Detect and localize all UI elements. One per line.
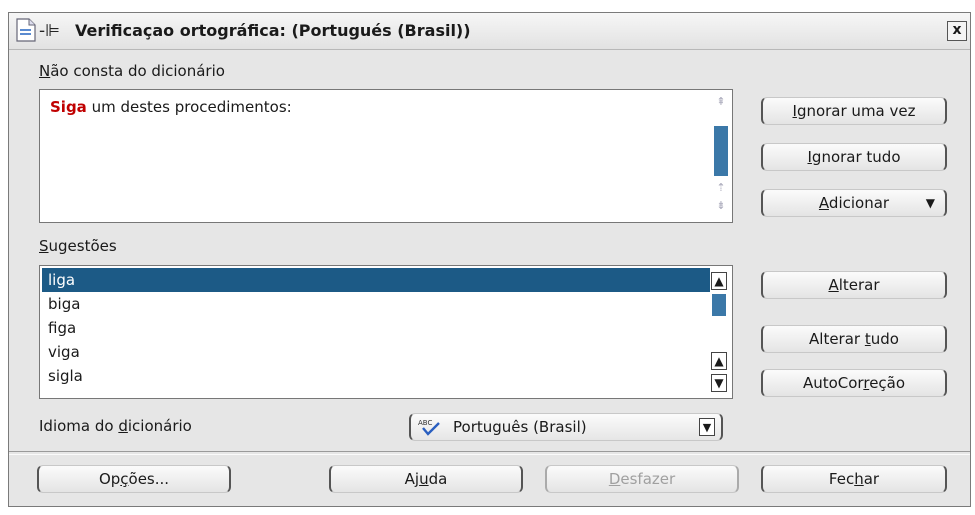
abc-spellcheck-icon: ABC bbox=[418, 419, 440, 436]
sentence-scrollbar[interactable]: ⇞ ⇡ ⇟ bbox=[712, 94, 730, 218]
ignore-once-button[interactable]: Ignorar uma vez bbox=[761, 97, 947, 125]
scroll-thumb[interactable] bbox=[712, 294, 726, 316]
change-button[interactable]: Alterar bbox=[761, 271, 947, 299]
help-button[interactable]: Ajuda bbox=[329, 465, 523, 493]
scroll-up-icon[interactable]: ⇞ bbox=[712, 94, 730, 110]
list-item[interactable]: viga bbox=[42, 340, 710, 364]
close-icon[interactable]: x bbox=[947, 21, 967, 41]
scroll-up-icon[interactable]: ▲ bbox=[711, 352, 727, 370]
document-icon bbox=[16, 18, 36, 42]
chevron-down-icon: ▼ bbox=[925, 196, 935, 210]
chevron-down-icon[interactable]: ▼ bbox=[699, 418, 715, 436]
dictionary-language-select[interactable]: ABC Português (Brasil) ▼ bbox=[409, 413, 723, 441]
scroll-down-icon[interactable]: ▼ bbox=[711, 374, 727, 392]
list-item[interactable]: sigla bbox=[42, 364, 710, 388]
list-item[interactable]: biga bbox=[42, 292, 710, 316]
sentence-text: Siga um destes procedimentos: bbox=[50, 98, 292, 116]
options-button[interactable]: Opções... bbox=[37, 465, 231, 493]
change-all-button[interactable]: Alterar tudo bbox=[761, 325, 947, 353]
scroll-down-icon[interactable]: ⇟ bbox=[712, 198, 730, 214]
title-bar: -⊫ Verificaçao ortográfica: (Portugués (… bbox=[9, 13, 970, 50]
error-word: Siga bbox=[50, 98, 87, 116]
suggestions-scrollbar[interactable]: ▲ ▲ ▼ bbox=[711, 272, 729, 394]
suggestions-list[interactable]: liga biga figa viga sigla ▲ ▲ ▼ bbox=[39, 265, 733, 399]
scroll-up-small-icon[interactable]: ⇡ bbox=[712, 180, 730, 196]
svg-text:ABC: ABC bbox=[418, 419, 432, 427]
list-item[interactable]: figa bbox=[42, 316, 710, 340]
window-title: Verificaçao ortográfica: (Portugués (Bra… bbox=[75, 21, 471, 40]
undo-button[interactable]: Desfazer bbox=[545, 465, 739, 493]
ignore-all-button[interactable]: Ignorar tudo bbox=[761, 143, 947, 171]
not-in-dictionary-label: Não consta do dicionário bbox=[39, 62, 225, 80]
close-button[interactable]: Fechar bbox=[761, 465, 947, 493]
add-button[interactable]: Adicionar ▼ bbox=[761, 189, 947, 217]
scroll-up-icon[interactable]: ▲ bbox=[711, 272, 727, 290]
separator bbox=[9, 451, 970, 455]
pin-icon[interactable]: -⊫ bbox=[39, 21, 60, 41]
spellcheck-dialog: -⊫ Verificaçao ortográfica: (Portugués (… bbox=[8, 12, 971, 507]
dictionary-language-value: Português (Brasil) bbox=[453, 418, 587, 436]
list-item[interactable]: liga bbox=[42, 268, 710, 292]
sentence-text-area[interactable]: Siga um destes procedimentos: ⇞ ⇡ ⇟ bbox=[39, 89, 733, 223]
autocorrect-button[interactable]: AutoCorreção bbox=[761, 369, 947, 397]
dictionary-language-label: Idioma do dicionário bbox=[39, 417, 192, 435]
suggestions-label: Sugestões bbox=[39, 237, 117, 255]
scroll-thumb[interactable] bbox=[714, 126, 728, 176]
